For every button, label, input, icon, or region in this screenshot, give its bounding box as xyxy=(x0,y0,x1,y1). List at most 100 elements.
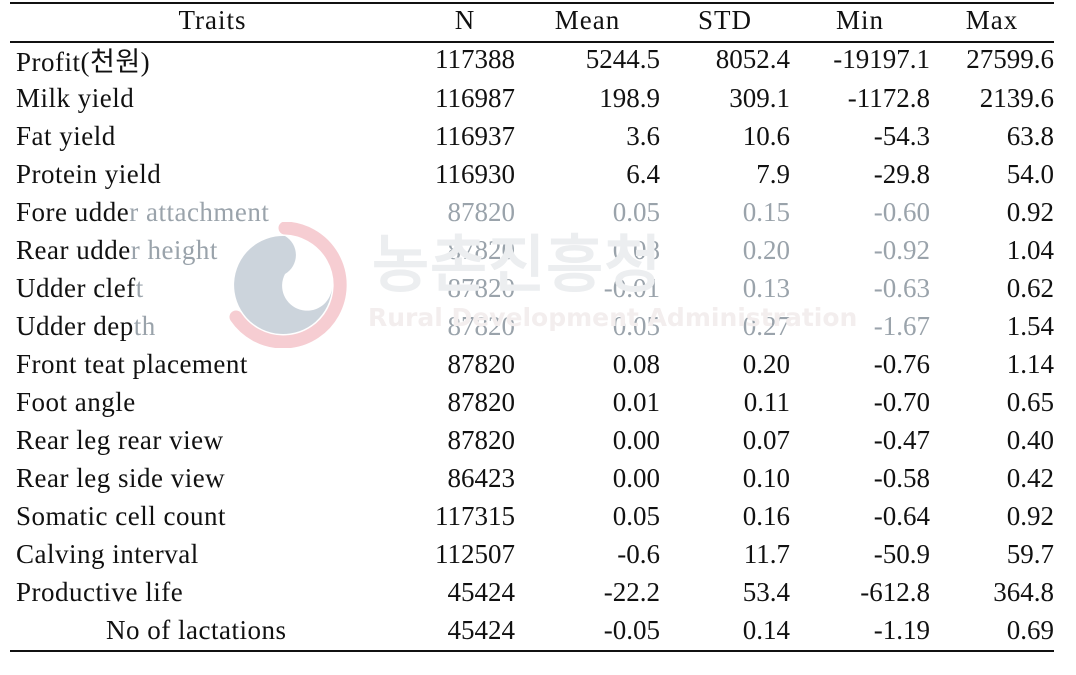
cell-max: 0.92 xyxy=(1006,500,1054,531)
cell-n: 116987 xyxy=(435,82,515,113)
cell-min: -0.92 xyxy=(873,234,930,265)
cell-std: 10.6 xyxy=(742,120,790,151)
cell-std: 53.4 xyxy=(742,576,790,607)
cell-max: 1.04 xyxy=(1006,234,1054,265)
cell-n: 87820 xyxy=(447,424,516,455)
table-row: Milk yield 116987 198.9 309.1 -1172.8 2139.6 xyxy=(10,79,1054,117)
cell-max: 0.62 xyxy=(1006,272,1054,303)
cell-min: -0.60 xyxy=(873,196,930,227)
cell-trait: Productive life xyxy=(16,576,184,607)
cell-std: 0.11 xyxy=(743,386,790,417)
cell-n: 117315 xyxy=(435,500,515,531)
cell-mean: 0.05 xyxy=(612,196,660,227)
cell-mean: -0.6 xyxy=(617,538,660,569)
table-header-rule xyxy=(10,41,1054,43)
cell-trait: Protein yield xyxy=(16,158,162,189)
cell-mean: 0.00 xyxy=(612,462,660,493)
cell-max: 59.7 xyxy=(1006,538,1054,569)
cell-max: 0.40 xyxy=(1006,424,1054,455)
table-header: Traits N Mean STD Min Max xyxy=(10,0,1054,40)
table-row: No of lactations 45424 -0.05 0.14 -1.19 0.69 xyxy=(10,611,1054,649)
cell-min: -50.9 xyxy=(873,538,930,569)
cell-n: 87820 xyxy=(447,386,516,417)
cell-n: 117388 xyxy=(435,44,515,74)
cell-mean: 6.4 xyxy=(626,158,660,189)
cell-min: -19197.1 xyxy=(833,44,930,74)
cell-n: 87820 xyxy=(447,272,516,303)
table-row: Rear udder height 87820 0.08 0.20 -0.92 1.04 xyxy=(10,231,1054,269)
column-header-std: STD xyxy=(697,4,752,35)
table-row: Foot angle 87820 0.01 0.11 -0.70 0.65 xyxy=(10,383,1054,421)
cell-trait: Fat yield xyxy=(16,120,116,151)
trait-label-lead: Udder clef xyxy=(16,272,136,303)
cell-max: 63.8 xyxy=(1006,120,1054,151)
cell-std: 0.07 xyxy=(742,424,790,455)
cell-min: -1.67 xyxy=(873,310,930,341)
cell-trait: Udder depth xyxy=(10,307,415,345)
cell-max: 0.69 xyxy=(1006,614,1054,645)
table-row: Somatic cell count 117315 0.05 0.16 -0.64 0.9… xyxy=(10,497,1054,535)
cell-mean: 0.01 xyxy=(612,386,660,417)
cell-std: 0.13 xyxy=(742,272,790,303)
cell-trait: Udder cleft xyxy=(10,269,415,307)
table-bottom-rule xyxy=(10,650,1054,652)
cell-trait: Somatic cell count xyxy=(16,500,226,531)
cell-max: 1.54 xyxy=(1006,310,1054,341)
cell-min: -1.19 xyxy=(873,614,930,645)
cell-min: -54.3 xyxy=(873,120,930,151)
table-header-row: Traits N Mean STD Min Max xyxy=(10,0,1054,40)
cell-min: -0.64 xyxy=(873,500,930,531)
table-row: Profit(천원) 117388 5244.5 8052.4 -19197.1 2759… xyxy=(10,40,1054,79)
table-row: Protein yield 116930 6.4 7.9 -29.8 54.0 xyxy=(10,155,1054,193)
cell-trait: Rear leg side view xyxy=(16,462,226,493)
cell-mean: 5244.5 xyxy=(585,44,660,74)
cell-std: 0.10 xyxy=(742,462,790,493)
table-row: Rear leg rear view 87820 0.00 0.07 -0.47 0.40 xyxy=(10,421,1054,459)
table-row: Udder depth 87820 0.05 0.27 -1.67 1.54 xyxy=(10,307,1054,345)
column-header-mean: Mean xyxy=(554,4,621,35)
trait-label-lead: Rear udde xyxy=(16,234,131,265)
trait-label-lead: Udder dep xyxy=(16,310,134,341)
cell-max: 364.8 xyxy=(993,576,1054,607)
trait-label-lead: Fore udde xyxy=(16,196,130,227)
cell-std: 0.20 xyxy=(742,234,790,265)
table-row: Rear leg side view 86423 0.00 0.10 -0.58 0.42 xyxy=(10,459,1054,497)
descriptive-statistics-table: Traits N Mean STD Min Max Profit(천원) 1173… xyxy=(10,0,1054,649)
cell-min: -1172.8 xyxy=(847,82,930,113)
column-header-max: Max xyxy=(965,4,1019,35)
cell-std: 0.14 xyxy=(742,614,790,645)
cell-trait: Rear leg rear view xyxy=(16,424,224,455)
cell-n: 45424 xyxy=(447,614,516,645)
trait-label-tail: t xyxy=(135,272,144,303)
cell-min: -0.70 xyxy=(873,386,930,417)
table-top-rule xyxy=(10,2,1054,4)
cell-n: 87820 xyxy=(447,196,516,227)
trait-label-tail: r height xyxy=(130,234,218,265)
column-header-n: N xyxy=(454,4,476,35)
cell-mean: 0.05 xyxy=(612,310,660,341)
cell-n: 116937 xyxy=(435,120,515,151)
cell-trait: Milk yield xyxy=(16,82,135,113)
table-row: Udder cleft 87820 -0.01 0.13 -0.63 0.62 xyxy=(10,269,1054,307)
trait-label-tail: th xyxy=(133,310,156,341)
table-row: Productive life 45424 -22.2 53.4 -612.8 364.8 xyxy=(10,573,1054,611)
table-row: Calving interval 112507 -0.6 11.7 -50.9 59.7 xyxy=(10,535,1054,573)
cell-min: -29.8 xyxy=(873,158,930,189)
table-body: Profit(천원) 117388 5244.5 8052.4 -19197.1 2759… xyxy=(10,40,1054,649)
cell-std: 8052.4 xyxy=(715,44,790,74)
cell-std: 7.9 xyxy=(756,158,790,189)
cell-max: 27599.6 xyxy=(966,44,1054,74)
table-row: Front teat placement 87820 0.08 0.20 -0.76 1.… xyxy=(10,345,1054,383)
column-header-traits: Traits xyxy=(178,4,247,35)
cell-trait: Front teat placement xyxy=(16,348,248,379)
cell-mean: 3.6 xyxy=(626,120,660,151)
cell-mean: -22.2 xyxy=(603,576,660,607)
cell-trait: Foot angle xyxy=(16,386,136,417)
cell-std: 0.20 xyxy=(742,348,790,379)
cell-std: 0.27 xyxy=(742,310,790,341)
cell-min: -0.63 xyxy=(873,272,930,303)
cell-max: 54.0 xyxy=(1006,158,1054,189)
cell-trait: Fore udder attachment xyxy=(10,193,415,231)
cell-mean: 0.00 xyxy=(612,424,660,455)
table-row: Fat yield 116937 3.6 10.6 -54.3 63.8 xyxy=(10,117,1054,155)
